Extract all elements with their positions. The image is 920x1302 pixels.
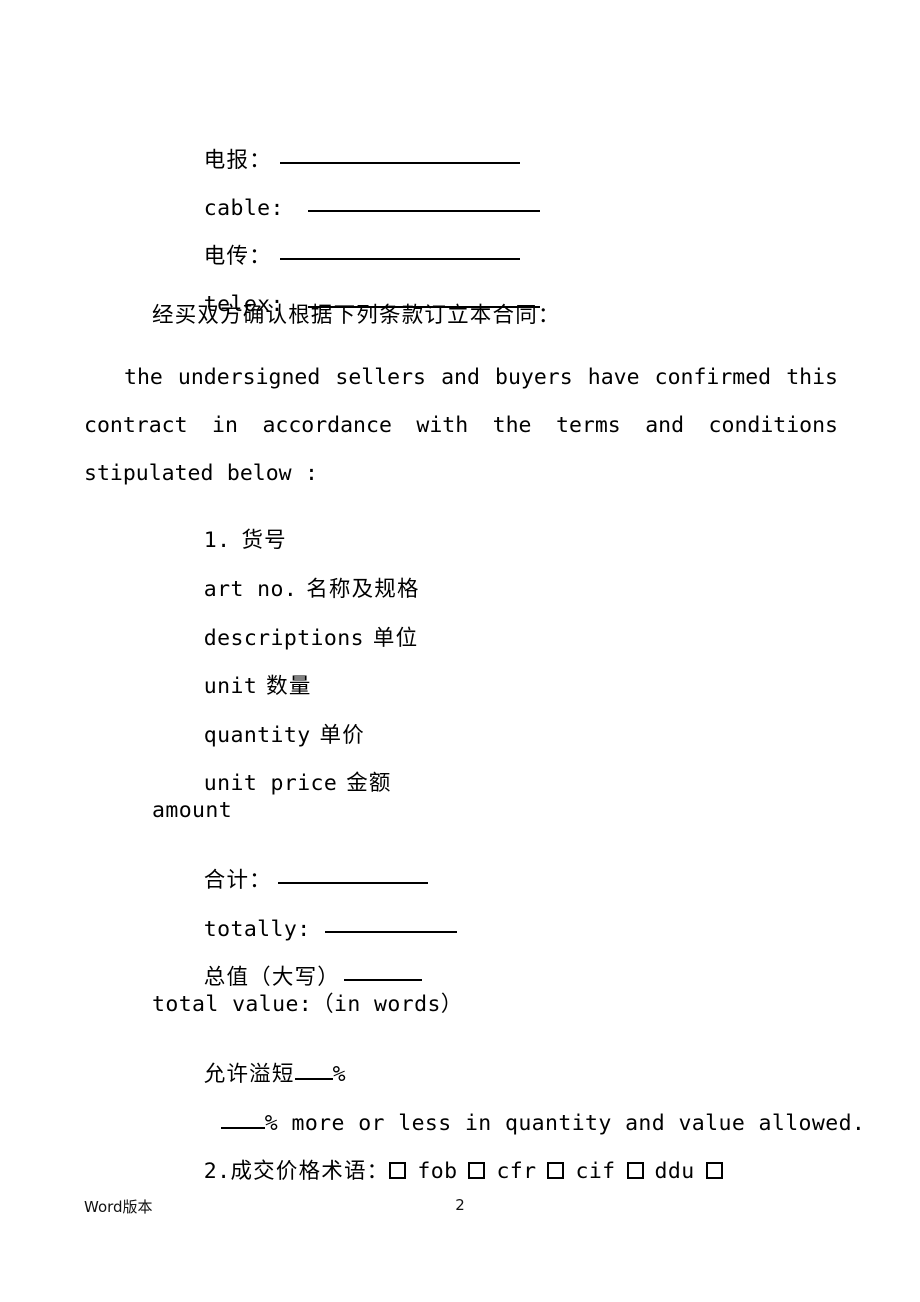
clause1-row-2-en: unit	[203, 673, 258, 699]
checkbox-other[interactable]	[705, 1161, 723, 1179]
checkbox-fob[interactable]	[389, 1161, 407, 1179]
clause1-row-4-en: unit price	[203, 770, 338, 796]
term-label-cfr: cfr	[496, 1158, 537, 1184]
page-footer: Word版本 2	[0, 1196, 920, 1236]
clause1-row-3-cn: 单价	[319, 722, 365, 748]
fill-rule-telex-cn[interactable]	[279, 257, 520, 260]
clause1-number: 1.	[203, 527, 231, 553]
checkbox-cif[interactable]	[547, 1161, 565, 1179]
contact-label-cable-en: cable:	[203, 195, 284, 221]
total-label-en: totally:	[203, 916, 311, 942]
clause2-number: 2.	[203, 1158, 231, 1184]
page-content: 电报： cable: 电传： telex: 经买双方确认根据下列条款订立本合同：…	[84, 0, 865, 1182]
checkbox-ddu[interactable]	[626, 1161, 644, 1179]
clause1-row-0-en: art no.	[203, 576, 298, 602]
term-label-ddu: ddu	[654, 1158, 695, 1184]
fill-rule-cable-en[interactable]	[307, 209, 540, 212]
total-label-cn: 合计：	[203, 867, 272, 893]
tolerance-text-en: % more or less in quantity and value all…	[264, 1110, 866, 1136]
clause2-label: 成交价格术语：	[230, 1158, 390, 1184]
intro-english-paragraph: the undersigned sellers and buyers have …	[84, 354, 838, 498]
clause1-row-4-cn: 金额	[346, 770, 392, 796]
tolerance-prefix-cn: 允许溢短	[203, 1061, 295, 1087]
clause1-row-0-cn: 名称及规格	[306, 576, 420, 602]
fill-rule-tolerance-cn[interactable]	[294, 1077, 333, 1080]
tolerance-suffix-cn: %	[332, 1061, 346, 1087]
fill-rule-value-words-cn[interactable]	[343, 978, 422, 981]
term-label-cif: cif	[575, 1158, 616, 1184]
total-value-words-en: total value:（in words）	[152, 992, 463, 1017]
clause2-price-terms-row: 2.成交价格术语： fob cfr cif ddu	[152, 1139, 723, 1204]
fill-rule-telegram-cn[interactable]	[279, 161, 520, 164]
clause1-row-2-cn: 数量	[266, 673, 312, 699]
fill-rule-total-en[interactable]	[324, 930, 457, 933]
fill-rule-tolerance-en[interactable]	[220, 1126, 265, 1129]
intro-chinese-sentence: 经买双方确认根据下列条款订立本合同：	[152, 303, 561, 328]
clause1-row-3-en: quantity	[203, 722, 311, 748]
contact-label-telex-cn: 电传：	[203, 243, 272, 269]
contact-label-telegram-cn: 电报：	[203, 147, 272, 173]
term-label-fob: fob	[417, 1158, 458, 1184]
clause1-row-1-en: descriptions	[203, 625, 364, 651]
footer-page-number: 2	[455, 1196, 465, 1214]
clause1-row-amount: amount	[152, 798, 233, 823]
clause1-row-1-cn: 单位	[372, 625, 419, 651]
clause1-heading-label: 货号	[241, 527, 287, 553]
total-value-words-label-cn: 总值（大写）	[203, 964, 340, 990]
fill-rule-total-cn[interactable]	[277, 881, 428, 884]
intro-english-text: the undersigned sellers and buyers have …	[84, 365, 838, 486]
checkbox-cfr[interactable]	[468, 1161, 486, 1179]
document-page: { "document": { "page_number": "2", "foo…	[0, 0, 920, 1302]
